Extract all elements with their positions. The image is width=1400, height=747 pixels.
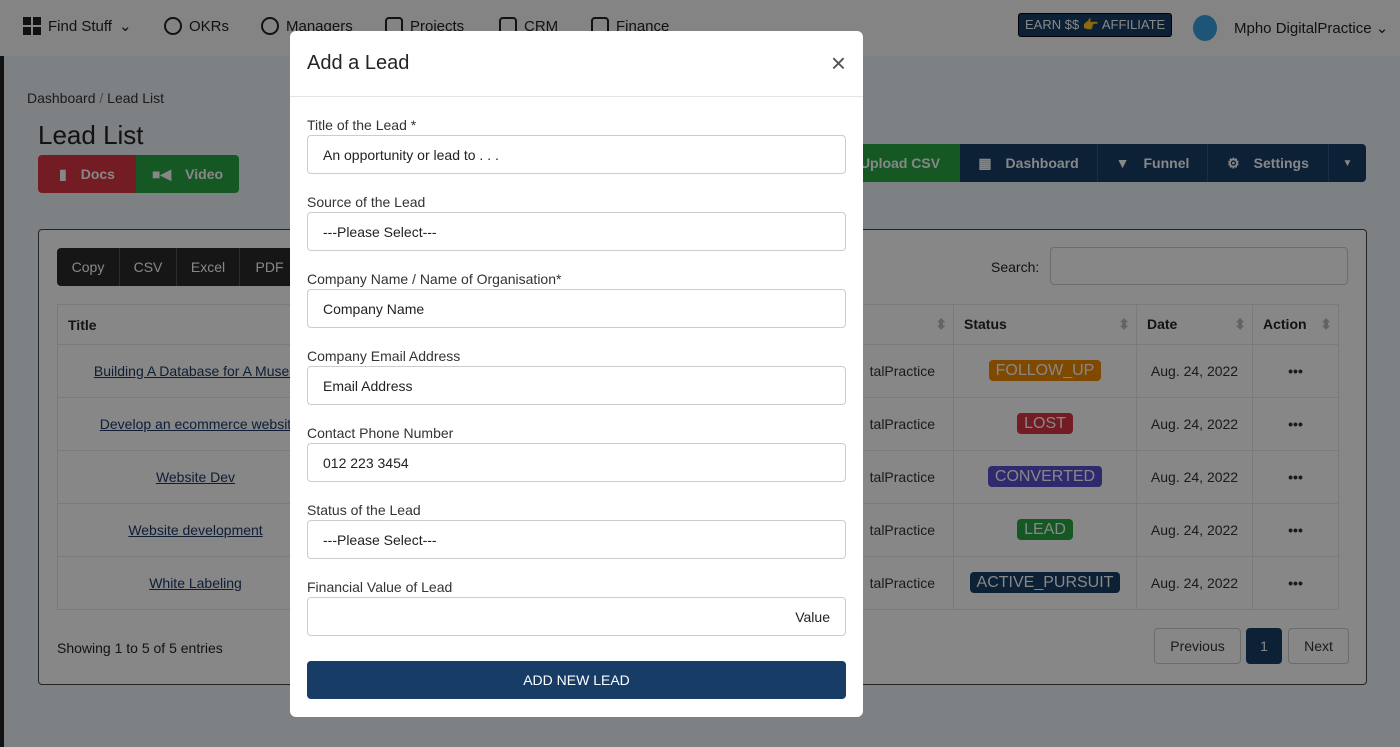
field-label: Source of the Lead <box>307 194 426 210</box>
field-label: Title of the Lead * <box>307 117 417 133</box>
form-input-4[interactable]: 012 223 3454 <box>307 443 846 482</box>
add-lead-modal: Add a Lead × Title of the Lead * An oppor… <box>290 31 863 717</box>
field-label: Contact Phone Number <box>307 425 454 441</box>
field-label: Company Name / Name of Organisation* <box>307 271 562 287</box>
form-input-2[interactable]: Company Name <box>307 289 846 328</box>
form-input-6[interactable]: Value <box>307 597 846 636</box>
modal-title: Add a Lead <box>307 52 410 74</box>
field-label: Financial Value of Lead <box>307 579 453 595</box>
field-label: Status of the Lead <box>307 502 421 518</box>
field-label: Company Email Address <box>307 348 461 364</box>
form-input-3[interactable]: Email Address <box>307 366 846 405</box>
form-input-0[interactable]: An opportunity or lead to . . . <box>307 135 846 174</box>
form-input-5[interactable]: ---Please Select--- <box>307 520 846 559</box>
close-icon[interactable]: × <box>831 48 846 79</box>
add-new-lead-button[interactable]: ADD NEW LEAD <box>307 661 846 699</box>
form-input-1[interactable]: ---Please Select--- <box>307 212 846 251</box>
